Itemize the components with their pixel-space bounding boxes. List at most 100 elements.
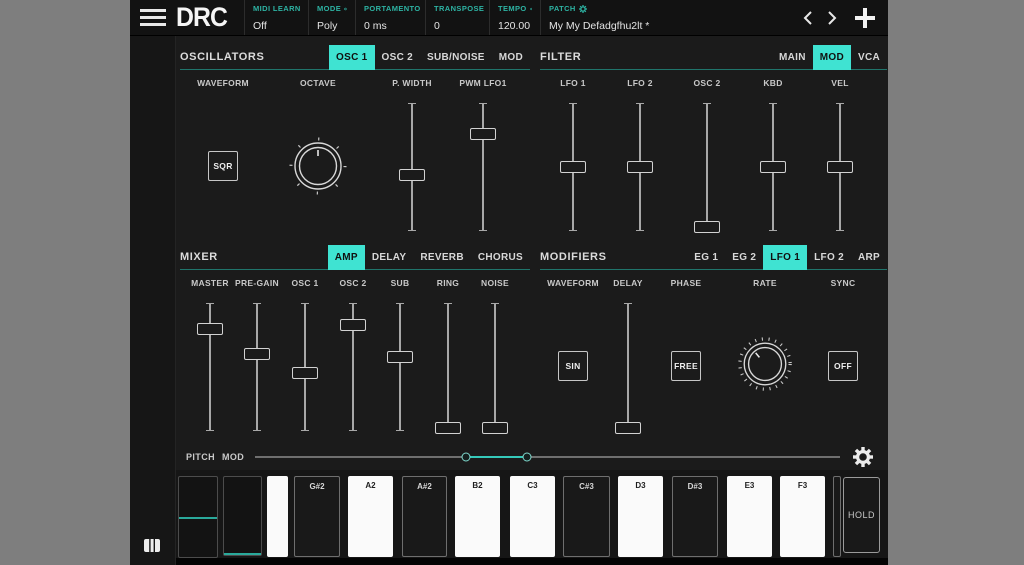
previous-patch-button[interactable] [796, 6, 820, 30]
slider-handle[interactable] [760, 161, 786, 173]
key-partial-right[interactable] [833, 476, 841, 557]
midi-learn-value[interactable]: Off [253, 20, 300, 32]
key-gsharp2[interactable]: G#2 [294, 476, 340, 557]
oscillators-title: OSCILLATORS [180, 51, 265, 63]
sub-slider[interactable] [386, 303, 414, 431]
tab-filter-main[interactable]: MAIN [772, 45, 813, 70]
tab-chorus[interactable]: CHORUS [471, 245, 530, 270]
slider-handle[interactable] [615, 422, 641, 435]
hold-button[interactable]: HOLD [843, 477, 880, 553]
gear-icon[interactable] [578, 4, 587, 13]
tab-arp[interactable]: ARP [851, 245, 887, 270]
tab-filter-mod[interactable]: MOD [812, 44, 851, 70]
range-selected-segment[interactable] [465, 456, 528, 458]
add-patch-button[interactable] [848, 3, 882, 33]
slider-handle[interactable] [340, 318, 366, 331]
key-f3[interactable]: F3 [780, 476, 825, 557]
lfo-rate-label: RATE [753, 278, 777, 288]
range-start-handle[interactable] [461, 452, 471, 462]
filter-vel-slider[interactable] [826, 103, 854, 231]
lfo-waveform-button[interactable]: SIN [558, 351, 588, 381]
slider-handle[interactable] [694, 221, 720, 234]
key-b2[interactable]: B2 [455, 476, 500, 557]
pulse-width-slider[interactable] [398, 103, 426, 231]
slider-handle[interactable] [482, 422, 508, 435]
slider-handle[interactable] [387, 350, 413, 363]
filter-osc2-slider[interactable] [693, 103, 721, 234]
tab-lfo2[interactable]: LFO 2 [807, 245, 851, 270]
patch-field[interactable]: PATCH My My Defadgfhu2lt * [540, 0, 796, 35]
patch-nav-controls [796, 0, 888, 35]
key-d3[interactable]: D3 [618, 476, 663, 557]
lfo-rate-knob[interactable] [736, 335, 794, 393]
filter-lfo2-slider[interactable] [626, 103, 654, 231]
gear-icon[interactable] [344, 5, 347, 13]
lfo-delay-slider[interactable] [614, 303, 642, 435]
slider-handle[interactable] [827, 161, 853, 173]
hamburger-menu-icon[interactable] [130, 0, 176, 35]
mode-field[interactable]: MODE Poly [308, 0, 355, 35]
tempo-value[interactable]: 120.00 [498, 20, 532, 32]
key-dsharp3[interactable]: D#3 [672, 476, 718, 557]
tab-filter-vca[interactable]: VCA [851, 45, 887, 70]
patch-label: PATCH [549, 4, 576, 13]
filter-kbd-slider[interactable] [759, 103, 787, 231]
ring-slider[interactable] [434, 303, 462, 435]
pitch-wheel[interactable] [178, 476, 218, 558]
key-e3[interactable]: E3 [727, 476, 772, 557]
tab-amp[interactable]: AMP [327, 244, 365, 270]
tab-eg1[interactable]: EG 1 [687, 245, 725, 270]
waveform-select-button[interactable]: SQR [208, 151, 238, 181]
mod-wheel[interactable] [223, 476, 262, 556]
tab-lfo1[interactable]: LFO 1 [763, 244, 808, 270]
slider-handle[interactable] [197, 322, 223, 335]
transpose-value[interactable]: 0 [434, 20, 481, 32]
midi-learn-field[interactable]: MIDI LEARN Off [244, 0, 308, 35]
mode-value[interactable]: Poly [317, 20, 347, 32]
keyboard-range-slider[interactable] [255, 451, 840, 463]
octave-knob[interactable] [288, 136, 348, 196]
master-slider[interactable] [196, 303, 224, 431]
tab-delay[interactable]: DELAY [365, 245, 413, 270]
gear-icon[interactable] [529, 5, 532, 13]
slider-handle[interactable] [627, 161, 653, 173]
slider-handle[interactable] [399, 168, 425, 181]
portamento-field[interactable]: PORTAMENTO 0 ms [355, 0, 425, 35]
piano-keyboard-icon[interactable] [143, 538, 161, 553]
tab-osc-mod[interactable]: MOD [492, 45, 530, 70]
filter-lfo1-slider[interactable] [559, 103, 587, 231]
lfo-phase-button[interactable]: FREE [671, 351, 701, 381]
transpose-field[interactable]: TRANSPOSE 0 [425, 0, 489, 35]
key-a2[interactable]: A2 [348, 476, 393, 557]
tab-eg2[interactable]: EG 2 [725, 245, 763, 270]
mode-label: MODE [317, 4, 342, 13]
slider-handle[interactable] [292, 367, 318, 380]
pre-gain-slider[interactable] [243, 303, 271, 431]
key-partial-left[interactable] [267, 476, 288, 557]
slider-handle[interactable] [244, 348, 270, 361]
tab-osc1[interactable]: OSC 1 [329, 44, 375, 70]
mix-osc1-slider[interactable] [291, 303, 319, 431]
slider-track [409, 103, 415, 231]
bottom-strip [176, 558, 888, 565]
lfo-sync-label: SYNC [830, 278, 856, 288]
key-c3[interactable]: C3 [510, 476, 555, 557]
slider-handle[interactable] [560, 161, 586, 173]
next-patch-button[interactable] [820, 6, 844, 30]
slider-handle[interactable] [435, 422, 461, 435]
slider-handle[interactable] [470, 127, 496, 140]
keyboard-settings-gear-icon[interactable] [853, 447, 873, 467]
mix-osc2-slider[interactable] [339, 303, 367, 431]
patch-name-value[interactable]: My My Defadgfhu2lt * [549, 20, 788, 32]
noise-slider[interactable] [481, 303, 509, 435]
key-asharp2[interactable]: A#2 [402, 476, 447, 557]
tab-osc2[interactable]: OSC 2 [375, 45, 421, 70]
lfo-sync-button[interactable]: OFF [828, 351, 858, 381]
portamento-value[interactable]: 0 ms [364, 20, 417, 32]
tab-reverb[interactable]: REVERB [413, 245, 470, 270]
tempo-field[interactable]: TEMPO 120.00 [489, 0, 540, 35]
range-end-handle[interactable] [522, 452, 532, 462]
key-csharp3[interactable]: C#3 [563, 476, 610, 557]
tab-sub-noise[interactable]: SUB/NOISE [420, 45, 492, 70]
pwm-lfo1-slider[interactable] [469, 103, 497, 231]
